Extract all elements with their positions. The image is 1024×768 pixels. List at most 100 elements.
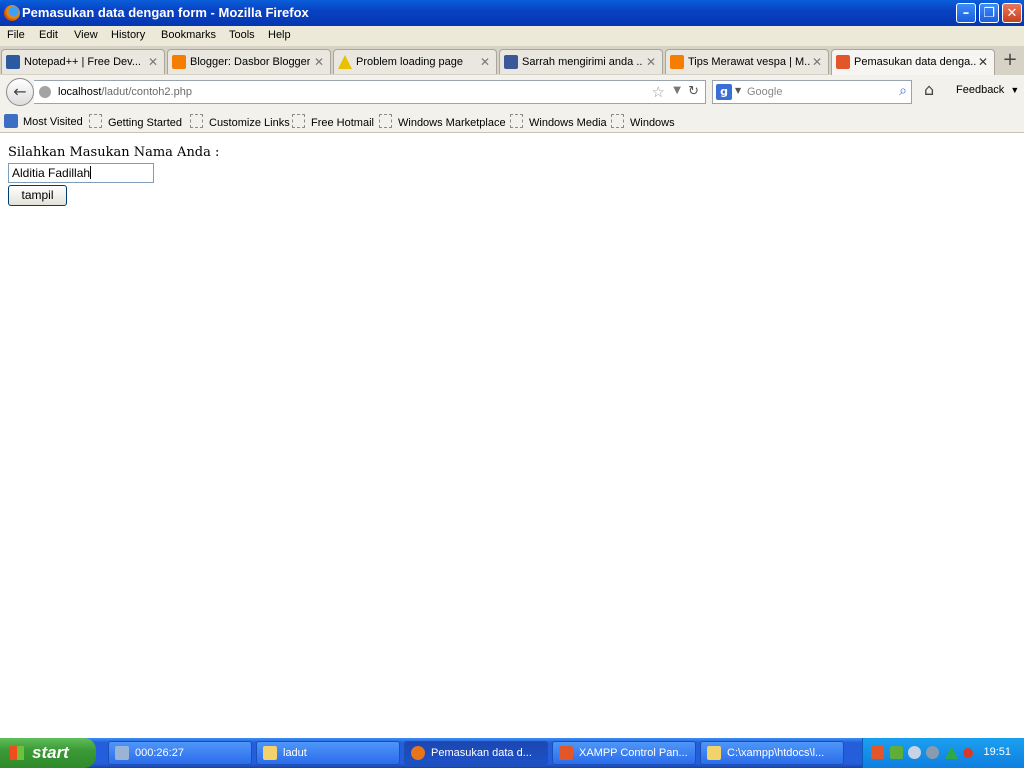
menu-edit[interactable]: Edit bbox=[39, 29, 58, 41]
menu-help[interactable]: Help bbox=[268, 29, 291, 41]
bookmark-windows-marketplace[interactable]: Windows Marketplace bbox=[379, 114, 506, 129]
sourceforge-icon bbox=[6, 55, 20, 69]
tab-label: Sarrah mengirimi anda ... bbox=[522, 56, 642, 68]
taskbar-item-label: Pemasukan data d... bbox=[431, 747, 532, 759]
xampp-tray-icon[interactable] bbox=[871, 746, 884, 759]
search-icon[interactable]: ⌕ bbox=[899, 83, 907, 99]
menu-file[interactable]: File bbox=[7, 29, 25, 41]
folder-icon bbox=[263, 746, 277, 760]
tab-label: Problem loading page bbox=[356, 56, 464, 68]
taskbar-item-xampp[interactable]: XAMPP Control Pan... bbox=[552, 741, 696, 765]
url-text[interactable]: localhost/ladut/contoh2.php bbox=[58, 86, 192, 98]
site-identity-icon[interactable] bbox=[39, 86, 51, 98]
network-tray-icon[interactable] bbox=[890, 746, 903, 759]
antivirus-tray-icon[interactable] bbox=[908, 746, 921, 759]
facebook-icon bbox=[504, 55, 518, 69]
tampil-button[interactable]: tampil bbox=[8, 185, 67, 206]
tab-blogger[interactable]: Blogger: Dasbor Blogger ✕ bbox=[167, 49, 331, 74]
tab-problem-loading[interactable]: Problem loading page ✕ bbox=[333, 49, 497, 74]
update-tray-icon[interactable] bbox=[945, 746, 958, 759]
tab-label: Blogger: Dasbor Blogger bbox=[190, 56, 310, 68]
search-placeholder: Google bbox=[747, 86, 783, 98]
taskbar-item-label: C:\xampp\htdocs\l... bbox=[727, 747, 825, 759]
close-tab-icon[interactable]: ✕ bbox=[314, 55, 324, 69]
name-input-value: Alditia Fadillah bbox=[12, 166, 91, 180]
new-tab-button[interactable]: + bbox=[1000, 51, 1020, 71]
taskbar-item-notepad[interactable]: C:\xampp\htdocs\l... bbox=[700, 741, 844, 765]
bookmark-customize-links[interactable]: Customize Links bbox=[190, 114, 290, 129]
bookmark-getting-started[interactable]: Getting Started bbox=[89, 114, 182, 129]
url-history-dropdown-icon[interactable]: ▼ bbox=[673, 85, 681, 96]
close-tab-icon[interactable]: ✕ bbox=[812, 55, 822, 69]
tab-label: Tips Merawat vespa | M... bbox=[688, 56, 810, 68]
minimize-button[interactable]: – bbox=[956, 3, 976, 23]
google-engine-icon[interactable]: g bbox=[716, 84, 732, 100]
windows-logo-icon bbox=[10, 746, 24, 760]
audio-tray-icon[interactable] bbox=[926, 746, 939, 759]
menu-tools[interactable]: Tools bbox=[229, 29, 255, 41]
back-button[interactable]: ← bbox=[6, 78, 34, 106]
feedback-button[interactable]: Feedback ▼ bbox=[956, 84, 1019, 96]
close-tab-icon[interactable]: ✕ bbox=[646, 55, 656, 69]
window-title: Pemasukan data dengan form - Mozilla Fir… bbox=[22, 5, 309, 20]
record-tray-icon[interactable] bbox=[963, 748, 973, 758]
url-path: /ladut/contoh2.php bbox=[101, 86, 192, 98]
name-label: Silahkan Masukan Nama Anda : bbox=[8, 145, 220, 160]
menu-view[interactable]: View bbox=[74, 29, 98, 41]
system-tray: 19:51 bbox=[862, 738, 1024, 768]
firefox-icon bbox=[4, 5, 20, 21]
restore-button[interactable]: ❐ bbox=[979, 3, 999, 23]
feedback-label: Feedback bbox=[956, 84, 1005, 96]
bookmark-page-icon bbox=[611, 114, 624, 128]
bookmark-label: Windows Media bbox=[529, 117, 607, 129]
computer-icon bbox=[115, 746, 129, 760]
bookmarks-toolbar: Most Visited Getting Started Customize L… bbox=[0, 109, 1024, 133]
taskbar-item-timer[interactable]: 000:26:27 bbox=[108, 741, 252, 765]
window-title-bar: Pemasukan data dengan form - Mozilla Fir… bbox=[0, 0, 1024, 26]
tab-tips-vespa[interactable]: Tips Merawat vespa | M... ✕ bbox=[665, 49, 829, 74]
search-box[interactable]: g ▼ Google ⌕ bbox=[712, 80, 912, 104]
bookmark-windows-media[interactable]: Windows Media bbox=[510, 114, 607, 129]
bookmark-label: Customize Links bbox=[209, 117, 290, 129]
reload-icon[interactable]: ↻ bbox=[688, 84, 699, 99]
navigation-bar: ← localhost/ladut/contoh2.php ☆ ▼ ↻ g ▼ … bbox=[0, 75, 1024, 109]
taskbar-item-ladut[interactable]: ladut bbox=[256, 741, 400, 765]
menu-bookmarks[interactable]: Bookmarks bbox=[161, 29, 216, 41]
tab-label: Notepad++ | Free Dev... bbox=[24, 56, 141, 68]
tab-pemasukan-data[interactable]: Pemasukan data denga... ✕ bbox=[831, 49, 995, 76]
name-input[interactable]: Alditia Fadillah bbox=[8, 163, 154, 183]
home-icon[interactable]: ⌂ bbox=[924, 80, 934, 99]
clock[interactable]: 19:51 bbox=[983, 746, 1011, 758]
taskbar-item-label: 000:26:27 bbox=[135, 747, 184, 759]
tab-notepad[interactable]: Notepad++ | Free Dev... ✕ bbox=[1, 49, 165, 74]
url-bar[interactable]: localhost/ladut/contoh2.php ☆ ▼ ↻ bbox=[34, 80, 706, 104]
close-tab-icon[interactable]: ✕ bbox=[480, 55, 490, 69]
close-tab-icon[interactable]: ✕ bbox=[978, 55, 988, 69]
blogger-icon bbox=[172, 55, 186, 69]
bookmark-windows[interactable]: Windows bbox=[611, 114, 675, 129]
bookmark-page-icon bbox=[190, 114, 203, 128]
engine-dropdown-icon[interactable]: ▼ bbox=[735, 86, 741, 95]
taskbar-item-label: ladut bbox=[283, 747, 307, 759]
menu-bar: File Edit View History Bookmarks Tools H… bbox=[0, 26, 1024, 46]
start-button[interactable]: start bbox=[0, 738, 96, 768]
xampp-icon bbox=[559, 746, 573, 760]
tab-facebook[interactable]: Sarrah mengirimi anda ... ✕ bbox=[499, 49, 663, 74]
menu-history[interactable]: History bbox=[111, 29, 145, 41]
start-label: start bbox=[32, 743, 69, 762]
notepad-icon bbox=[707, 746, 721, 760]
taskbar-item-firefox[interactable]: Pemasukan data d... bbox=[404, 741, 548, 765]
close-tab-icon[interactable]: ✕ bbox=[148, 55, 158, 69]
xampp-icon bbox=[836, 55, 850, 69]
chevron-down-icon: ▼ bbox=[1010, 85, 1020, 95]
close-window-button[interactable]: ✕ bbox=[1002, 3, 1022, 23]
tab-label: Pemasukan data denga... bbox=[854, 56, 976, 68]
blogger-icon bbox=[670, 55, 684, 69]
bookmark-free-hotmail[interactable]: Free Hotmail bbox=[292, 114, 374, 129]
bookmark-star-icon[interactable]: ☆ bbox=[652, 83, 665, 101]
taskbar: start 000:26:27 ladut Pemasukan data d..… bbox=[0, 738, 1024, 768]
bookmark-page-icon bbox=[89, 114, 102, 128]
bookmark-label: Windows bbox=[630, 117, 675, 129]
bookmark-label: Windows Marketplace bbox=[398, 117, 506, 129]
bookmark-most-visited[interactable]: Most Visited bbox=[4, 114, 83, 128]
